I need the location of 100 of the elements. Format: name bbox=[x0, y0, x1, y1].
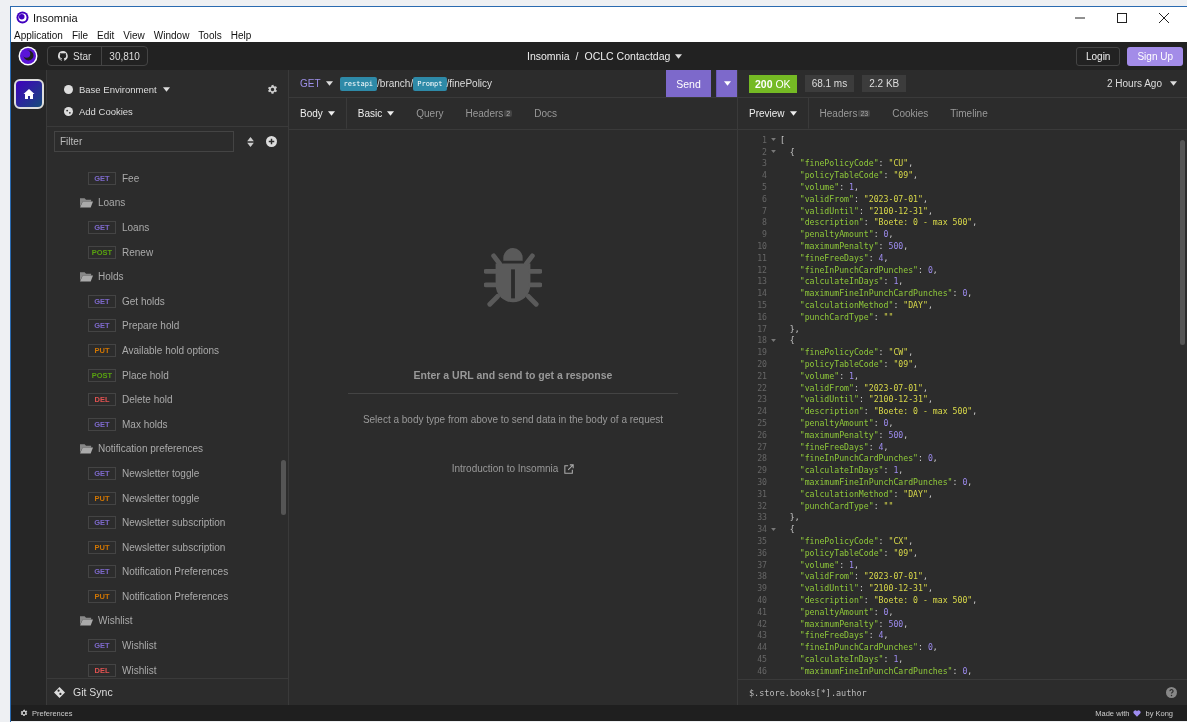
request-name[interactable]: Fee bbox=[122, 172, 140, 184]
code-line: "penaltyAmount": 0, bbox=[798, 418, 894, 428]
code-line: "policyTableCode": "09", bbox=[798, 547, 919, 558]
method-dropdown[interactable]: GET bbox=[300, 78, 321, 89]
caret-icon[interactable] bbox=[675, 53, 683, 59]
app-logo-icon[interactable] bbox=[18, 46, 38, 66]
request-name[interactable]: Newsletter subscription bbox=[122, 517, 226, 529]
response-size: 2.2 KB bbox=[862, 75, 907, 92]
code-line: "maximumPenalty": 500, bbox=[798, 241, 909, 252]
fold-caret-icon[interactable] bbox=[771, 338, 776, 342]
response-filter-field[interactable]: $.store.books[*].author bbox=[749, 687, 1166, 698]
request-name[interactable]: Max holds bbox=[122, 418, 168, 430]
send-button[interactable]: Send bbox=[666, 70, 711, 97]
tab[interactable]: Timeline bbox=[939, 98, 999, 129]
send-options-button[interactable] bbox=[716, 70, 737, 97]
code-line: "validUntil": "2100-12-31", bbox=[798, 583, 933, 594]
folder-name[interactable]: Wishlist bbox=[98, 615, 133, 627]
folder-icon bbox=[80, 443, 93, 455]
menu-item[interactable]: View bbox=[123, 29, 145, 41]
menu-item[interactable]: Tools bbox=[198, 29, 222, 41]
line-number: 24 bbox=[756, 406, 767, 417]
tab[interactable]: Docs bbox=[523, 98, 568, 129]
menu-item[interactable]: Application bbox=[14, 29, 63, 41]
scrollbar-thumb[interactable] bbox=[1180, 140, 1185, 345]
code-line: "maximumPenalty": 500, bbox=[798, 618, 909, 629]
request-name[interactable]: Wishlist bbox=[122, 640, 157, 652]
request-name[interactable]: Prepare hold bbox=[122, 320, 180, 332]
scrollbar-thumb[interactable] bbox=[281, 460, 286, 515]
request-name[interactable]: Renew bbox=[122, 246, 154, 258]
line-number: 20 bbox=[756, 359, 767, 370]
home-button[interactable] bbox=[13, 79, 44, 109]
tab[interactable]: Query bbox=[405, 98, 455, 129]
git-sync-button[interactable]: Git Sync bbox=[73, 686, 113, 698]
request-name[interactable]: Notification Preferences bbox=[122, 566, 229, 578]
tab[interactable]: Basic bbox=[346, 98, 406, 129]
line-number: 21 bbox=[756, 370, 767, 381]
heart-icon bbox=[1133, 709, 1142, 717]
add-cookies-button[interactable]: Add Cookies bbox=[79, 105, 133, 117]
tab[interactable]: Cookies bbox=[881, 98, 940, 129]
line-number: 25 bbox=[756, 418, 767, 428]
menu-item[interactable]: File bbox=[71, 29, 89, 41]
introduction-link[interactable]: Introduction to Insomnia bbox=[451, 463, 559, 474]
login-button[interactable]: Login bbox=[1075, 46, 1121, 66]
folder-name[interactable]: Holds bbox=[98, 271, 124, 283]
star-count: 30,810 bbox=[108, 49, 141, 64]
caret-icon[interactable] bbox=[325, 81, 333, 86]
code-line: "fineInPunchCardPunches": 0, bbox=[798, 453, 938, 464]
request-name[interactable]: Newsletter toggle bbox=[122, 492, 200, 504]
git-icon bbox=[54, 686, 65, 698]
line-number: 27 bbox=[756, 441, 767, 452]
add-icon[interactable] bbox=[266, 136, 277, 147]
folder-name[interactable]: Notification preferences bbox=[98, 443, 204, 455]
line-number: 22 bbox=[756, 382, 767, 393]
github-icon bbox=[58, 51, 68, 61]
request-name[interactable]: Available hold options bbox=[122, 344, 220, 356]
menu-item[interactable]: Edit bbox=[97, 29, 115, 41]
menu-item[interactable]: Window bbox=[153, 29, 190, 41]
folder-name[interactable]: Loans bbox=[98, 197, 126, 209]
code-line: "validFrom": "2023-07-01", bbox=[798, 382, 928, 393]
request-name[interactable]: Delete hold bbox=[122, 394, 173, 406]
line-number: 44 bbox=[756, 642, 767, 653]
request-name[interactable]: Wishlist bbox=[122, 664, 157, 676]
history-dropdown[interactable]: 2 Hours Ago bbox=[1106, 78, 1162, 89]
breadcrumb-item[interactable]: Insomnia bbox=[527, 50, 570, 62]
request-name[interactable]: Place hold bbox=[122, 369, 169, 381]
code-line: "validFrom": "2023-07-01", bbox=[798, 193, 928, 204]
code-line: "policyTableCode": "09", bbox=[798, 359, 919, 370]
tab[interactable]: Headers $^{23}$ bbox=[808, 98, 882, 129]
app-logo-icon bbox=[16, 11, 29, 24]
request-name[interactable]: Loans bbox=[122, 222, 150, 233]
fold-caret-icon[interactable] bbox=[771, 527, 776, 531]
code-line: "calculationMethod": "DAY", bbox=[798, 488, 933, 499]
fold-caret-icon[interactable] bbox=[771, 138, 776, 142]
code-line: "finePolicyCode": "CU", bbox=[798, 158, 914, 169]
code-line: "maximumFineInPunchCardPunches": 0, bbox=[798, 665, 973, 676]
tab[interactable]: Headers $^{2}$ bbox=[454, 98, 524, 129]
sort-icon[interactable] bbox=[247, 136, 254, 147]
caret-icon bbox=[723, 81, 731, 86]
code-line: "maximumFineInPunchCardPunches": 0, bbox=[798, 288, 973, 299]
menu-item[interactable]: Help bbox=[230, 29, 252, 41]
code-line: }, bbox=[788, 512, 800, 523]
environment-selector[interactable]: Base Environment bbox=[79, 83, 157, 95]
environment-dot-icon bbox=[64, 84, 73, 94]
request-name[interactable]: Newsletter toggle bbox=[122, 467, 200, 479]
code-line: "finePolicyCode": "CX", bbox=[798, 536, 914, 546]
code-line: "fineInPunchCardPunches": 0, bbox=[798, 264, 938, 275]
filter-field[interactable]: Filter bbox=[54, 131, 234, 152]
settings-icon[interactable] bbox=[267, 83, 278, 95]
line-number: 41 bbox=[756, 606, 767, 617]
code-line: "penaltyAmount": 0, bbox=[798, 606, 894, 617]
caret-icon[interactable] bbox=[162, 86, 170, 92]
code-line: }, bbox=[788, 323, 800, 334]
caret-icon[interactable] bbox=[1170, 81, 1177, 86]
fold-caret-icon[interactable] bbox=[771, 150, 776, 154]
request-name[interactable]: Notification Preferences bbox=[122, 590, 229, 602]
request-name[interactable]: Get holds bbox=[122, 295, 165, 307]
help-icon[interactable] bbox=[1166, 687, 1177, 698]
request-name[interactable]: Newsletter subscription bbox=[122, 541, 226, 553]
github-star-button[interactable]: Star 30,810 bbox=[47, 46, 148, 66]
breadcrumb-item[interactable]: OCLC Contactdag bbox=[584, 50, 671, 62]
